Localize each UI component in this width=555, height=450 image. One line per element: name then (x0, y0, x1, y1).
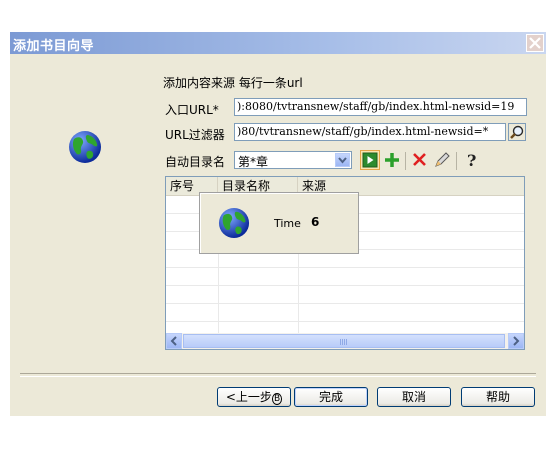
scroll-right-button[interactable] (508, 333, 524, 349)
edit-button[interactable] (432, 150, 452, 170)
chevron-right-icon (513, 336, 520, 346)
play-icon (362, 152, 378, 168)
footer-divider (20, 373, 536, 377)
progress-popup: Time 6 (199, 192, 359, 254)
close-icon (529, 37, 541, 49)
add-icon (385, 153, 399, 167)
url-filter-label: URL过滤器 (165, 128, 225, 142)
url-filter-field[interactable]: )80/tvtransnew/staff/gb/index.html-newsi… (234, 123, 506, 141)
back-shortcut: B (271, 393, 283, 405)
svg-text:?: ? (467, 151, 476, 170)
edit-icon (435, 152, 450, 167)
auto-dir-select[interactable]: 第*章 (234, 151, 352, 169)
search-icon (510, 125, 524, 139)
title-bar[interactable]: 添加书目向导 (10, 32, 546, 54)
row-divider (166, 267, 524, 268)
back-button[interactable]: <上一步 B (217, 387, 291, 407)
finish-button[interactable]: 完成 (294, 387, 368, 407)
auto-dir-value: 第*章 (238, 155, 269, 169)
entry-url-field[interactable]: ):8080/tvtransnew/staff/gb/index.html-ne… (234, 98, 527, 116)
globe-icon (218, 207, 250, 239)
help-toolbar-button[interactable]: ? (462, 150, 482, 170)
toolbar-separator (456, 152, 457, 170)
filter-search-button[interactable] (508, 123, 526, 141)
window-title: 添加书目向导 (13, 39, 95, 54)
time-label: Time (274, 217, 301, 230)
delete-icon (413, 153, 426, 166)
time-value: 6 (311, 215, 320, 229)
globe-icon (69, 131, 101, 163)
back-label: 上一步 (235, 390, 272, 404)
row-divider (166, 303, 524, 304)
help-button[interactable]: 帮助 (461, 387, 535, 407)
scrollbar-thumb[interactable] (183, 334, 505, 348)
horizontal-scrollbar[interactable] (166, 333, 524, 349)
run-button[interactable] (360, 150, 380, 170)
entry-url-label: 入口URL* (165, 103, 219, 117)
dropdown-button[interactable] (335, 153, 350, 167)
toolbar-separator (405, 152, 406, 170)
cancel-button[interactable]: 取消 (377, 387, 451, 407)
auto-dir-label: 自动目录名 (165, 155, 226, 169)
row-divider (166, 321, 524, 322)
add-button[interactable] (382, 150, 402, 170)
chevron-left-icon (170, 336, 177, 346)
scrollbar-grip (340, 339, 348, 345)
help-icon: ? (467, 151, 476, 170)
close-button[interactable] (526, 34, 544, 52)
back-arrow: < (225, 390, 236, 404)
wizard-window: 添加书目向导 添加内容来源 每行一条url 入口URL* ):8080/tvtr… (10, 32, 546, 416)
chevron-down-icon (338, 157, 347, 164)
scroll-left-button[interactable] (166, 333, 182, 349)
row-divider (166, 285, 524, 286)
source-heading: 添加内容来源 每行一条url (163, 76, 303, 90)
delete-button[interactable] (410, 150, 430, 170)
